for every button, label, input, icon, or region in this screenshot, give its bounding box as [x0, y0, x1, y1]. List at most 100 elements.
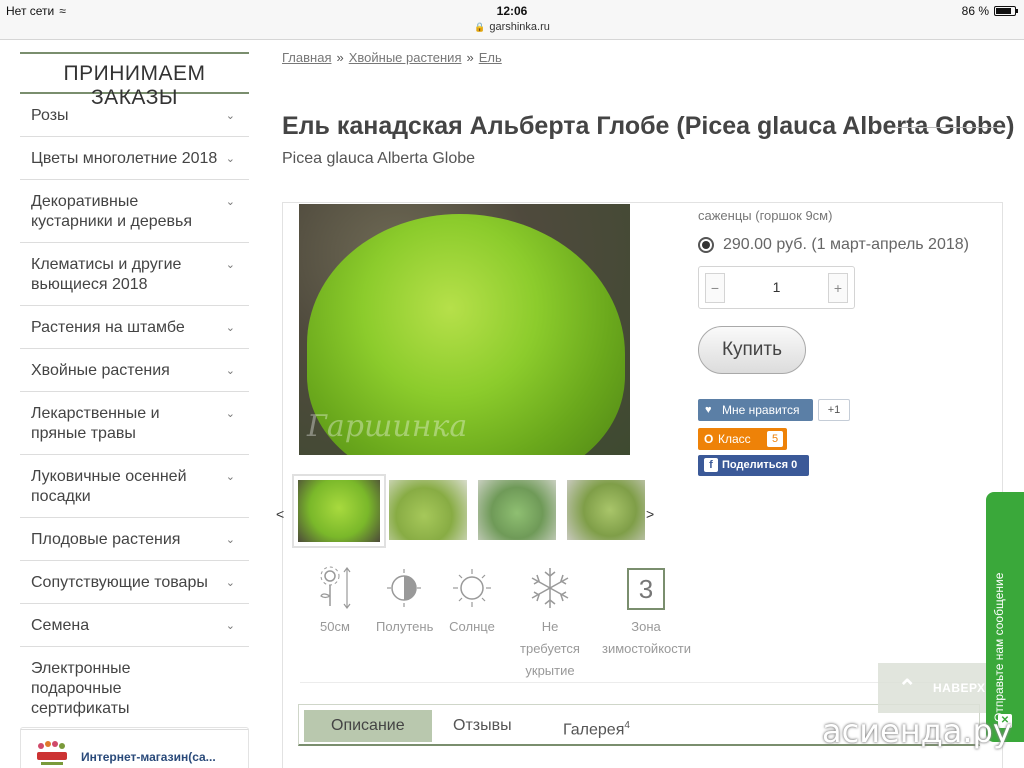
feature-cover: Не требуется укрытие — [510, 566, 590, 682]
shop-name[interactable]: Интернет-магазин(са... — [81, 750, 216, 764]
thumbnail[interactable] — [478, 480, 556, 540]
sidebar-item[interactable]: Розы ⌄ — [20, 94, 249, 137]
thumbnail[interactable] — [567, 480, 645, 540]
sidebar-item[interactable]: Семена ⌄ — [20, 604, 249, 647]
sidebar-item[interactable]: Клематисы и другие вьющиеся 2018 ⌄ — [20, 243, 249, 306]
sidebar-heading: ПРИНИМАЕМ ЗАКАЗЫ — [20, 52, 249, 109]
product-main-photo[interactable]: Гаршинка — [299, 204, 630, 455]
ok-class-label: Класс — [718, 432, 751, 446]
price-text: 290.00 руб. (1 март-апрель 2018) — [723, 236, 969, 253]
quantity-minus-button[interactable]: − — [705, 273, 725, 303]
sun-icon — [453, 569, 491, 607]
sidebar-item-label: Лекарственные и пряные травы — [31, 405, 160, 442]
chevron-down-icon[interactable]: ⌄ — [226, 361, 235, 381]
chevron-down-icon[interactable]: ⌄ — [226, 404, 235, 424]
ok-class-button[interactable]: О Класс 5 — [698, 428, 787, 450]
half-shade-icon — [387, 569, 421, 607]
thumbnail[interactable] — [389, 480, 467, 540]
plant-height-icon — [320, 566, 351, 609]
chevron-down-icon[interactable]: ⌄ — [226, 616, 235, 636]
sidebar-item[interactable]: Плодовые растения ⌄ — [20, 518, 249, 561]
battery-icon — [994, 6, 1018, 16]
sidebar-item-label: Растения на штамбе — [31, 319, 185, 336]
chevron-down-icon[interactable]: ⌄ — [226, 106, 235, 126]
status-bar: Нет сети ≈ 12:06 🔒 garshinka.ru 86 % — [0, 0, 1024, 40]
sidebar-item[interactable]: Хвойные растения ⌄ — [20, 349, 249, 392]
tab-description[interactable]: Описание — [304, 710, 432, 742]
feature-label: Зона зимостойкости — [602, 619, 691, 656]
feature-label: Солнце — [449, 619, 495, 634]
url-text: garshinka.ru — [489, 21, 550, 33]
sidebar-item-label: Розы — [31, 107, 69, 124]
shop-logo-icon — [37, 741, 67, 765]
title-divider — [895, 127, 1003, 128]
chevron-down-icon[interactable]: ⌄ — [226, 467, 235, 487]
breadcrumb: Главная » Хвойные растения » Ель — [282, 50, 502, 65]
sidebar-item[interactable]: Сопутствующие товары ⌄ — [20, 561, 249, 604]
chevron-down-icon[interactable]: ⌄ — [226, 530, 235, 550]
breadcrumb-home[interactable]: Главная — [282, 50, 331, 65]
shop-widget[interactable]: Интернет-магазин(са... — [20, 727, 249, 768]
sidebar: ПРИНИМАЕМ ЗАКАЗЫ Розы ⌄ Цветы многолетние … — [20, 52, 249, 730]
category-menu: Розы ⌄ Цветы многолетние 2018 ⌄ Декоративные… — [20, 94, 249, 730]
sidebar-item-label: Цветы многолетние 2018 — [31, 150, 218, 167]
tab-gallery-label: Галерея — [563, 721, 625, 739]
sidebar-item-label: Сопутствующие товары — [31, 574, 208, 591]
sidebar-item-label: Семена — [31, 617, 90, 634]
feature-light: Полутень — [376, 566, 434, 638]
sidebar-item[interactable]: Луковичные осенней посадки ⌄ — [20, 455, 249, 518]
tab-gallery[interactable]: Галерея4 — [536, 710, 657, 742]
feature-label: Не требуется укрытие — [520, 619, 580, 678]
sidebar-item-label: Плодовые растения — [31, 531, 181, 548]
quantity-input[interactable]: 1 — [729, 279, 824, 295]
feature-label: 50см — [320, 619, 350, 634]
sidebar-item[interactable]: Растения на штамбе ⌄ — [20, 306, 249, 349]
thumb-prev-button[interactable]: < — [276, 506, 284, 522]
facebook-icon: f — [704, 458, 718, 472]
feature-label: Полутень — [376, 619, 434, 634]
buy-button[interactable]: Купить — [698, 326, 806, 374]
address-bar[interactable]: 🔒 garshinka.ru — [0, 21, 1024, 33]
chevron-up-icon: ⌃ — [898, 675, 917, 700]
feedback-tab[interactable]: Отправьте нам сообщение ✕ — [986, 492, 1024, 742]
vk-like-count: +1 — [818, 399, 850, 421]
odnoklassniki-icon: О — [704, 432, 714, 446]
battery-fill — [996, 8, 1011, 14]
scroll-to-top-button[interactable]: ⌃ НАВЕРХ — [878, 663, 986, 713]
chevron-down-icon[interactable]: ⌄ — [226, 192, 235, 212]
clock: 12:06 — [496, 4, 528, 18]
chevron-down-icon[interactable]: ⌄ — [226, 149, 235, 169]
breadcrumb-category[interactable]: Хвойные растения — [349, 50, 462, 65]
price-radio[interactable] — [698, 237, 714, 253]
chevron-down-icon[interactable]: ⌄ — [226, 318, 235, 338]
battery-label: 86 % — [961, 4, 989, 18]
sidebar-item[interactable]: Электронные подарочные сертификаты — [20, 647, 249, 730]
fb-share-button[interactable]: f Поделиться 0 — [698, 455, 809, 476]
tab-gallery-count: 4 — [624, 720, 630, 731]
sidebar-item-label: Хвойные растения — [31, 362, 170, 379]
feature-zone: 3 Зона зимостойкости — [602, 566, 691, 660]
sidebar-item-label: Клематисы и другие вьющиеся 2018 — [31, 256, 182, 293]
thumbnail[interactable] — [292, 474, 386, 548]
zone-icon: 3 — [627, 568, 665, 610]
vk-like-button[interactable]: ♥ Мне нравится — [698, 399, 813, 421]
chevron-down-icon[interactable]: ⌄ — [226, 573, 235, 593]
feedback-label: Отправьте нам сообщение — [992, 572, 1006, 722]
quantity-plus-button[interactable]: + — [828, 273, 848, 303]
vk-like-label: Мне нравится — [722, 403, 800, 417]
thumb-next-button[interactable]: > — [646, 506, 654, 522]
sidebar-item-label: Электронные подарочные сертификаты — [31, 660, 131, 717]
sidebar-item[interactable]: Лекарственные и пряные травы ⌄ — [20, 392, 249, 455]
site-watermark: асиенда.ру — [822, 712, 1012, 750]
page-subtitle: Picea glauca Alberta Globe — [282, 150, 476, 167]
breadcrumb-separator: » — [466, 50, 474, 65]
chevron-down-icon[interactable]: ⌄ — [226, 255, 235, 275]
quantity-stepper: − 1 + — [698, 266, 855, 309]
tab-reviews[interactable]: Отзывы — [426, 710, 539, 742]
breadcrumb-current[interactable]: Ель — [479, 50, 502, 65]
sidebar-item[interactable]: Цветы многолетние 2018 ⌄ — [20, 137, 249, 180]
sidebar-item[interactable]: Декоративные кустарники и деревья ⌄ — [20, 180, 249, 243]
ok-class-count: 5 — [767, 431, 783, 447]
price-option[interactable]: 290.00 руб. (1 март-апрель 2018) — [698, 236, 969, 254]
heart-icon: ♥ — [705, 404, 712, 416]
